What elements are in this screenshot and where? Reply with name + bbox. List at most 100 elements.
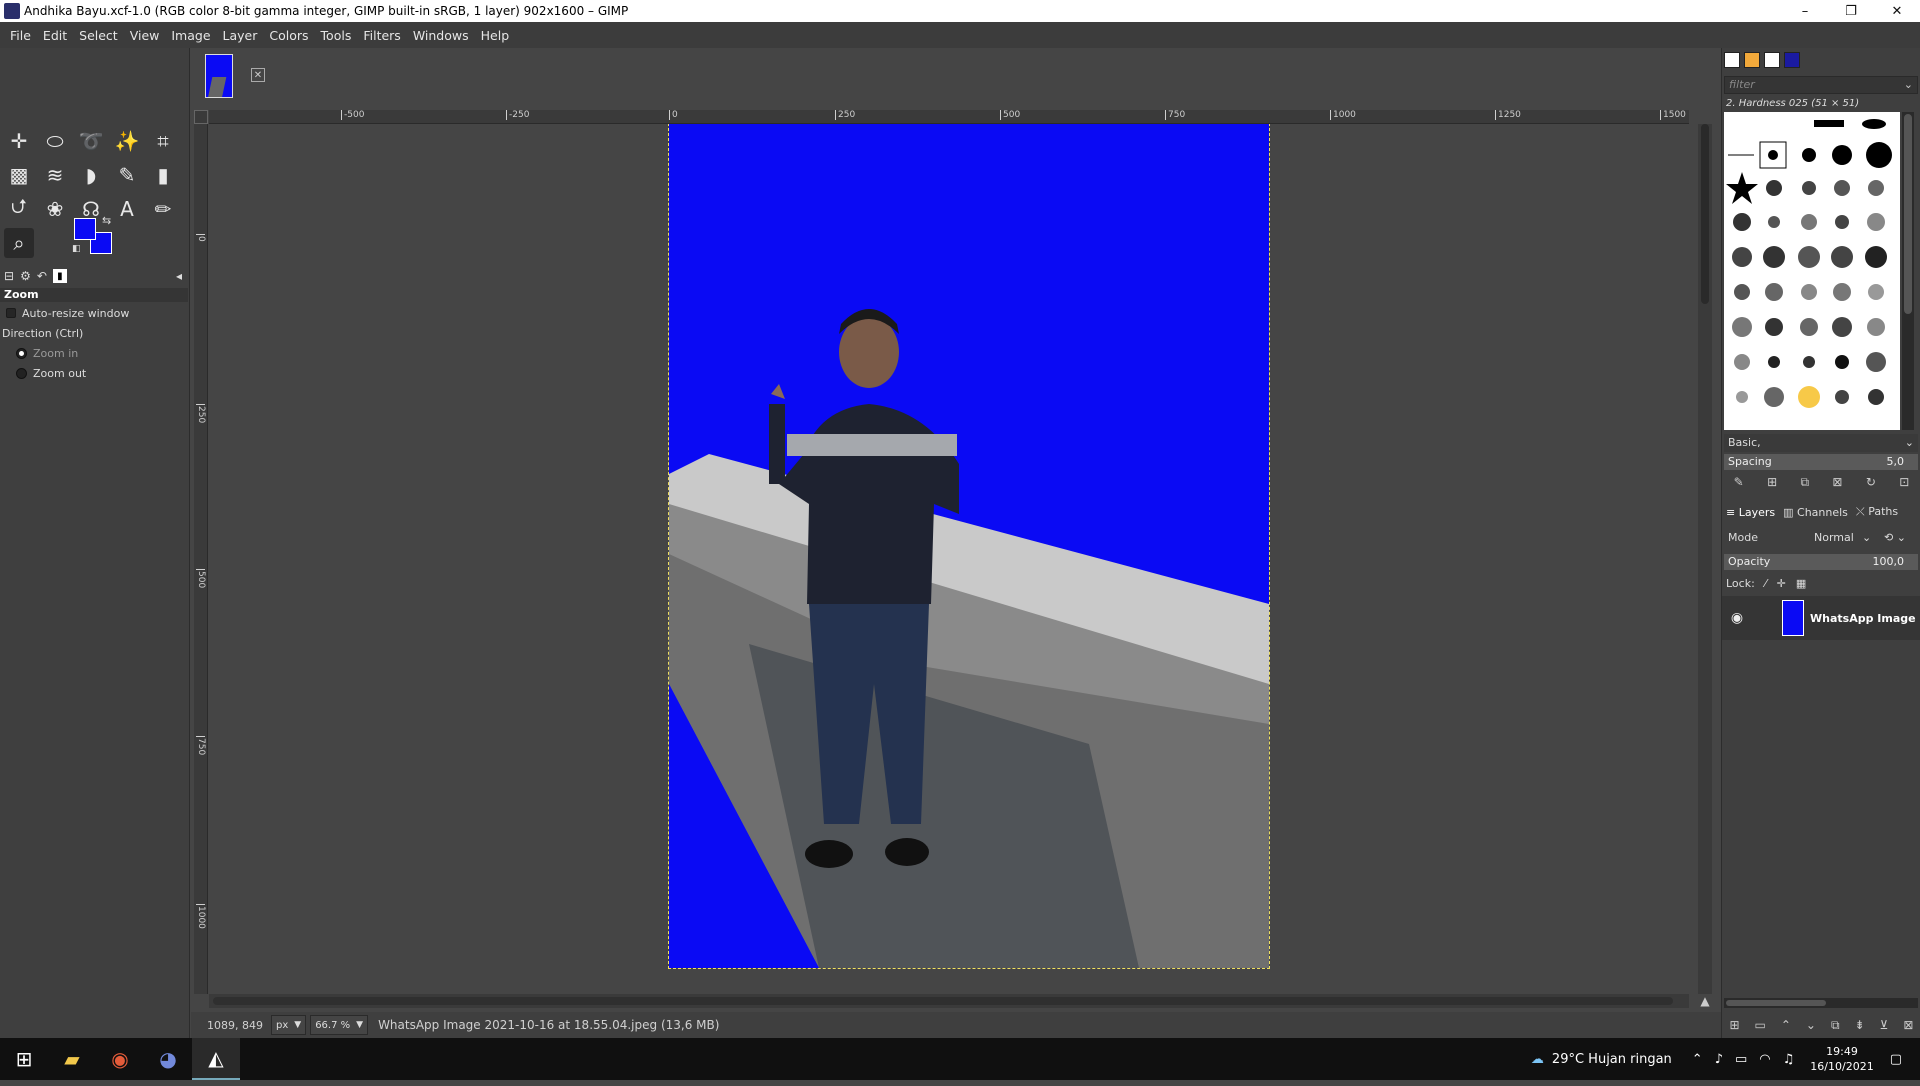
move-tool-icon[interactable]: ✛ <box>4 126 34 156</box>
gimp-taskbar-icon[interactable]: ◭ <box>192 1038 240 1080</box>
unified-transform-icon[interactable]: ▩ <box>4 160 34 190</box>
crop-tool-icon[interactable]: ⌗ <box>148 126 178 156</box>
wifi-icon[interactable]: ◠ <box>1759 1052 1770 1067</box>
scroll-thumb[interactable] <box>1904 114 1912 314</box>
zoom-in-radio[interactable] <box>16 347 27 359</box>
eraser-icon[interactable]: ▮ <box>148 160 178 190</box>
dock-menu-icon[interactable]: ◂ <box>176 269 182 283</box>
brushes-scrollbar[interactable] <box>1902 112 1914 430</box>
menu-view[interactable]: View <box>124 28 166 43</box>
menu-layer[interactable]: Layer <box>217 28 264 43</box>
auto-resize-checkbox[interactable] <box>6 308 16 318</box>
zoom-out-option[interactable]: Zoom out <box>0 364 188 382</box>
volume-icon[interactable]: ♫ <box>1783 1052 1795 1067</box>
brush-preset-select[interactable]: Basic, ⌄ <box>1724 434 1918 452</box>
lock-position-icon[interactable]: ✛ <box>1777 577 1786 590</box>
menu-filters[interactable]: Filters <box>357 28 406 43</box>
chevron-down-icon[interactable]: ⌄ <box>1904 77 1913 93</box>
duplicate-brush-icon[interactable]: ⧉ <box>1800 475 1809 490</box>
anchor-layer-icon[interactable]: ⇟ <box>1855 1018 1865 1032</box>
microphone-icon[interactable]: ♪ <box>1715 1052 1723 1067</box>
warp-transform-icon[interactable]: ≋ <box>40 160 70 190</box>
brush-filter-input[interactable]: filter ⌄ <box>1724 76 1918 94</box>
refresh-brushes-icon[interactable]: ↻ <box>1866 475 1876 489</box>
raise-layer-icon[interactable]: ⌃ <box>1781 1018 1791 1032</box>
tab-paths[interactable]: ⤬ Paths <box>1856 505 1898 519</box>
bucket-fill-icon[interactable]: ◗ <box>76 160 106 190</box>
new-layer-icon[interactable]: ⊞ <box>1729 1018 1739 1032</box>
close-image-tab-icon[interactable]: ✕ <box>251 68 265 82</box>
zoom-out-radio[interactable] <box>16 367 27 379</box>
minimize-button[interactable]: – <box>1782 0 1828 22</box>
lower-layer-icon[interactable]: ⌄ <box>1806 1018 1816 1032</box>
new-layer-group-icon[interactable]: ▭ <box>1755 1018 1766 1032</box>
menu-select[interactable]: Select <box>73 28 124 43</box>
layer-item[interactable]: ◉ WhatsApp Image <box>1722 596 1920 640</box>
notifications-icon[interactable]: ▢ <box>1890 1052 1902 1067</box>
open-brush-folder-icon[interactable]: ⊡ <box>1899 475 1909 489</box>
quick-mask-toggle[interactable] <box>194 110 208 124</box>
lock-pixels-icon[interactable]: ⁄ <box>1765 577 1767 590</box>
new-brush-icon[interactable]: ⊞ <box>1767 475 1777 489</box>
device-status-tab-icon[interactable]: ⚙ <box>20 269 31 283</box>
reset-colors-icon[interactable]: ◧ <box>72 244 81 254</box>
auto-resize-option[interactable]: Auto-resize window <box>0 304 188 322</box>
spacing-slider[interactable]: Spacing 5,0 <box>1724 454 1918 470</box>
color-picker-icon[interactable]: ✏ <box>148 194 178 224</box>
scroll-thumb[interactable] <box>1726 1000 1826 1006</box>
maximize-button[interactable]: ❐ <box>1828 0 1874 22</box>
smudge-tool-icon[interactable]: ❀ <box>40 194 70 224</box>
file-explorer-icon[interactable]: ▰ <box>48 1038 96 1080</box>
horizontal-scrollbar[interactable] <box>209 994 1689 1008</box>
fonts-tab-icon[interactable] <box>1764 52 1780 68</box>
weather-widget[interactable]: ☁ 29°C Hujan ringan <box>1531 1052 1672 1067</box>
patterns-tab-icon[interactable] <box>1744 52 1760 68</box>
foreground-color-swatch[interactable] <box>74 218 96 240</box>
delete-brush-icon[interactable]: ⊠ <box>1832 475 1842 489</box>
menu-edit[interactable]: Edit <box>37 28 73 43</box>
opacity-slider[interactable]: Opacity 100,0 <box>1724 554 1918 570</box>
fuzzy-select-icon[interactable]: ✨ <box>112 126 142 156</box>
scroll-thumb[interactable] <box>213 997 1673 1005</box>
edit-brush-icon[interactable]: ✎ <box>1734 475 1744 489</box>
swap-colors-icon[interactable]: ⇆ <box>102 214 111 227</box>
discord-icon[interactable]: ◕ <box>144 1038 192 1080</box>
mode-switch-icon[interactable]: ⟲ ⌄ <box>1884 528 1906 548</box>
scroll-thumb[interactable] <box>1701 124 1709 304</box>
document-history-tab-icon[interactable] <box>1784 52 1800 68</box>
brushes-tab-icon[interactable] <box>1724 52 1740 68</box>
menu-tools[interactable]: Tools <box>315 28 358 43</box>
delete-layer-icon[interactable]: ⊠ <box>1903 1018 1913 1032</box>
tab-channels[interactable]: ▥ Channels <box>1783 506 1848 519</box>
image-layer[interactable] <box>668 124 1270 969</box>
lock-alpha-icon[interactable]: ▦ <box>1796 577 1806 590</box>
image-tab-thumbnail[interactable] <box>205 54 233 98</box>
menu-colors[interactable]: Colors <box>263 28 314 43</box>
chevron-up-icon[interactable]: ⌃ <box>1692 1052 1703 1067</box>
start-windows-icon[interactable]: ⊞ <box>0 1038 48 1080</box>
layer-mode-row[interactable]: Mode Normal ⌄ ⟲ ⌄ <box>1724 528 1918 548</box>
menu-file[interactable]: File <box>4 28 37 43</box>
menu-image[interactable]: Image <box>165 28 216 43</box>
battery-icon[interactable]: ▭ <box>1735 1052 1747 1067</box>
paintbrush-icon[interactable]: ✎ <box>112 160 142 190</box>
navigate-icon[interactable]: ▲ <box>1698 994 1712 1008</box>
unit-select[interactable]: px ▼ <box>271 1015 307 1035</box>
tab-layers[interactable]: ≡ Layers <box>1726 506 1775 519</box>
tool-options-tab-icon[interactable]: ⊟ <box>4 269 14 283</box>
brushes-grid[interactable] <box>1724 112 1900 430</box>
zoom-in-option[interactable]: Zoom in <box>0 344 188 362</box>
menu-help[interactable]: Help <box>475 28 516 43</box>
free-select-icon[interactable]: ➰ <box>76 126 106 156</box>
menu-windows[interactable]: Windows <box>407 28 475 43</box>
merge-layer-icon[interactable]: ⊻ <box>1880 1018 1889 1032</box>
duplicate-layer-icon[interactable]: ⧉ <box>1831 1018 1840 1033</box>
layers-scrollbar[interactable] <box>1724 998 1918 1008</box>
chrome-icon[interactable]: ◉ <box>96 1038 144 1080</box>
images-tab-icon[interactable]: ▮ <box>52 269 67 283</box>
ellipse-select-icon[interactable]: ⬭ <box>40 126 70 156</box>
visibility-eye-icon[interactable]: ◉ <box>1722 610 1752 626</box>
zoom-tool-icon[interactable]: ⌕ <box>4 228 34 258</box>
undo-history-tab-icon[interactable]: ↶ <box>37 269 47 283</box>
vertical-scrollbar[interactable] <box>1698 124 1712 994</box>
